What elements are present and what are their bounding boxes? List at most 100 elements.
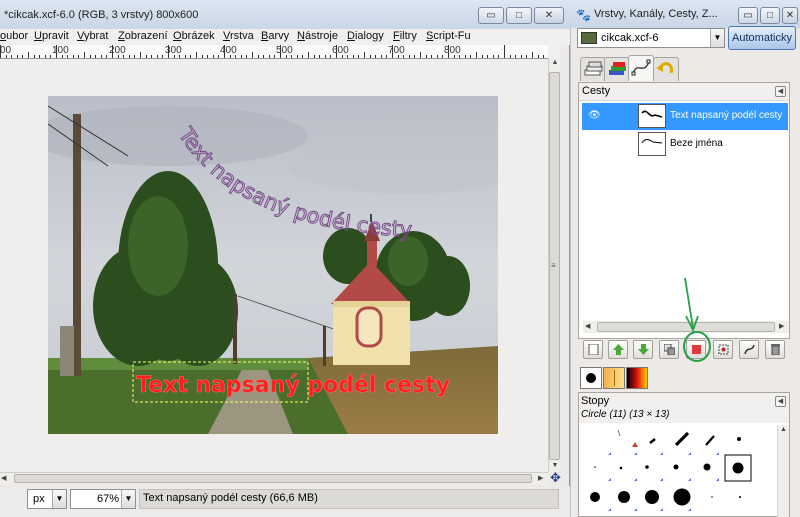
status-message: Text napsaný podél cesty (66,6 MB) [139, 489, 559, 509]
ruler-tick [409, 55, 410, 58]
navigate-icon[interactable]: ✥ [549, 471, 562, 485]
path-name[interactable]: Beze jména [670, 138, 723, 149]
dock-title: Vrstvy, Kanály, Cesty, Z... [594, 8, 718, 20]
main-titlebar[interactable]: *cikcak.xcf-6.0 (RGB, 3 vrstvy) 800x600 … [0, 0, 570, 30]
ruler-tick [190, 55, 191, 58]
image-canvas[interactable]: Text napsaný podél cesty Text napsaný po… [48, 96, 498, 434]
panel-menu-icon[interactable]: ◀ [775, 86, 786, 97]
vertical-scrollbar[interactable]: ▲ ≡ ▼ [548, 58, 561, 472]
image-thumbnail [581, 32, 597, 44]
grip-icon: ≡ [551, 261, 556, 270]
ruler-tick [370, 55, 371, 58]
ruler-tick [291, 55, 292, 58]
ruler-tick [269, 55, 270, 58]
ruler-tick [465, 55, 466, 58]
stroke-path-button[interactable] [739, 340, 759, 359]
path-name[interactable]: Text napsaný podél cesty [670, 110, 782, 121]
maximize-button[interactable]: □ [506, 7, 532, 24]
ruler-tick [470, 55, 471, 58]
arrow-down-icon [638, 344, 649, 355]
brush-tab[interactable] [580, 367, 602, 389]
brushes-vscrollbar[interactable]: ▲ [777, 425, 789, 517]
new-document-icon [588, 344, 599, 355]
ruler-tick [95, 55, 96, 58]
scroll-left-icon[interactable]: ◀ [1, 474, 6, 482]
scroll-up-icon[interactable]: ▲ [549, 58, 561, 68]
ruler-tick [330, 55, 331, 58]
gradient-tab[interactable] [626, 367, 648, 389]
path-row[interactable]: Beze jména [582, 131, 788, 158]
dock-titlebar[interactable]: 🐾 Vrstvy, Kanály, Cesty, Z... ▭ □ ✕ [570, 0, 800, 28]
menu-edit[interactable]: Upravit [34, 30, 69, 42]
menu-view[interactable]: Zobrazení [118, 30, 168, 42]
duplicate-path-button[interactable] [659, 340, 679, 359]
brush-selected-label: Circle (11) (13 × 13) [581, 409, 670, 420]
auto-button[interactable]: Automaticky [728, 26, 796, 50]
menu-file[interactable]: oubor [0, 30, 28, 42]
dropdown-arrow-icon[interactable]: ▼ [121, 490, 135, 508]
selection-to-path-button[interactable] [713, 340, 733, 359]
path-row[interactable]: 👁 Text napsaný podél cesty [582, 103, 788, 130]
menu-tools[interactable]: Nástroje [297, 30, 338, 42]
paths-tab[interactable] [628, 55, 654, 81]
ruler-tick [134, 55, 135, 58]
raise-path-button[interactable] [608, 340, 628, 359]
ruler-tick [280, 45, 281, 58]
scroll-right-icon[interactable]: ▶ [779, 322, 784, 330]
dock-maximize-button[interactable]: □ [760, 7, 780, 24]
dock-minimize-button[interactable]: ▭ [738, 7, 758, 24]
menu-filters[interactable]: Filtry [393, 30, 417, 42]
ruler-tick [392, 45, 393, 58]
ruler-tick [84, 52, 85, 58]
ruler-tick [56, 45, 57, 58]
ruler-tick [235, 55, 236, 58]
layers-tab[interactable] [580, 57, 606, 81]
ruler-tick [252, 52, 253, 58]
image-combo[interactable]: cikcak.xcf-6 ▼ [577, 28, 725, 48]
scroll-up-icon[interactable]: ▲ [780, 426, 787, 433]
menu-image[interactable]: Obrázek [173, 30, 215, 42]
brush-grid[interactable] [582, 425, 778, 517]
ruler-tick [426, 55, 427, 58]
eye-icon[interactable]: 👁 [588, 111, 604, 121]
ruler-tick [358, 55, 359, 58]
unit-combo[interactable]: px ▼ [27, 489, 67, 509]
dock-close-button[interactable]: ✕ [782, 7, 798, 24]
brush-icon [586, 373, 596, 383]
menu-layer[interactable]: Vrstva [223, 30, 254, 42]
undo-tab[interactable] [653, 57, 679, 81]
ruler-tick [454, 55, 455, 58]
ruler-tick [353, 55, 354, 58]
new-path-button[interactable] [583, 340, 603, 359]
ruler-tick [17, 55, 18, 58]
menu-select[interactable]: Vybrat [77, 30, 108, 42]
menu-colors[interactable]: Barvy [261, 30, 289, 42]
menu-script-fu[interactable]: Script-Fu [426, 30, 471, 42]
channels-tab[interactable] [604, 57, 630, 81]
dropdown-arrow-icon[interactable]: ▼ [52, 490, 66, 508]
ruler-tick [6, 55, 7, 58]
panel-menu-icon[interactable]: ◀ [775, 396, 786, 407]
ruler-tick [246, 55, 247, 58]
dropdown-arrow-icon[interactable]: ▼ [710, 29, 724, 47]
horizontal-scroll-thumb[interactable] [14, 474, 532, 483]
ruler-tick [196, 52, 197, 58]
pattern-tab[interactable] [603, 367, 625, 389]
scroll-left-icon[interactable]: ◀ [585, 322, 590, 330]
ruler-tick [459, 55, 460, 58]
horizontal-ruler[interactable]: 00 100 200 300 400 500 600 700 800 [0, 45, 548, 59]
menu-dialogs[interactable]: Dialogy [347, 30, 384, 42]
ruler-tick [90, 55, 91, 58]
ruler-tick [510, 55, 511, 58]
lower-path-button[interactable] [633, 340, 653, 359]
annotation-circle [683, 331, 711, 362]
minimize-button[interactable]: ▭ [478, 7, 504, 24]
scroll-right-icon[interactable]: ▶ [538, 474, 543, 482]
brush-tabs [578, 366, 790, 390]
ruler-tick [437, 55, 438, 58]
close-button[interactable]: ✕ [534, 7, 564, 24]
delete-path-button[interactable] [765, 340, 785, 359]
paths-title: Cesty [582, 85, 611, 97]
selection-to-path-icon [718, 344, 729, 355]
zoom-combo[interactable]: 67% ▼ [70, 489, 136, 509]
